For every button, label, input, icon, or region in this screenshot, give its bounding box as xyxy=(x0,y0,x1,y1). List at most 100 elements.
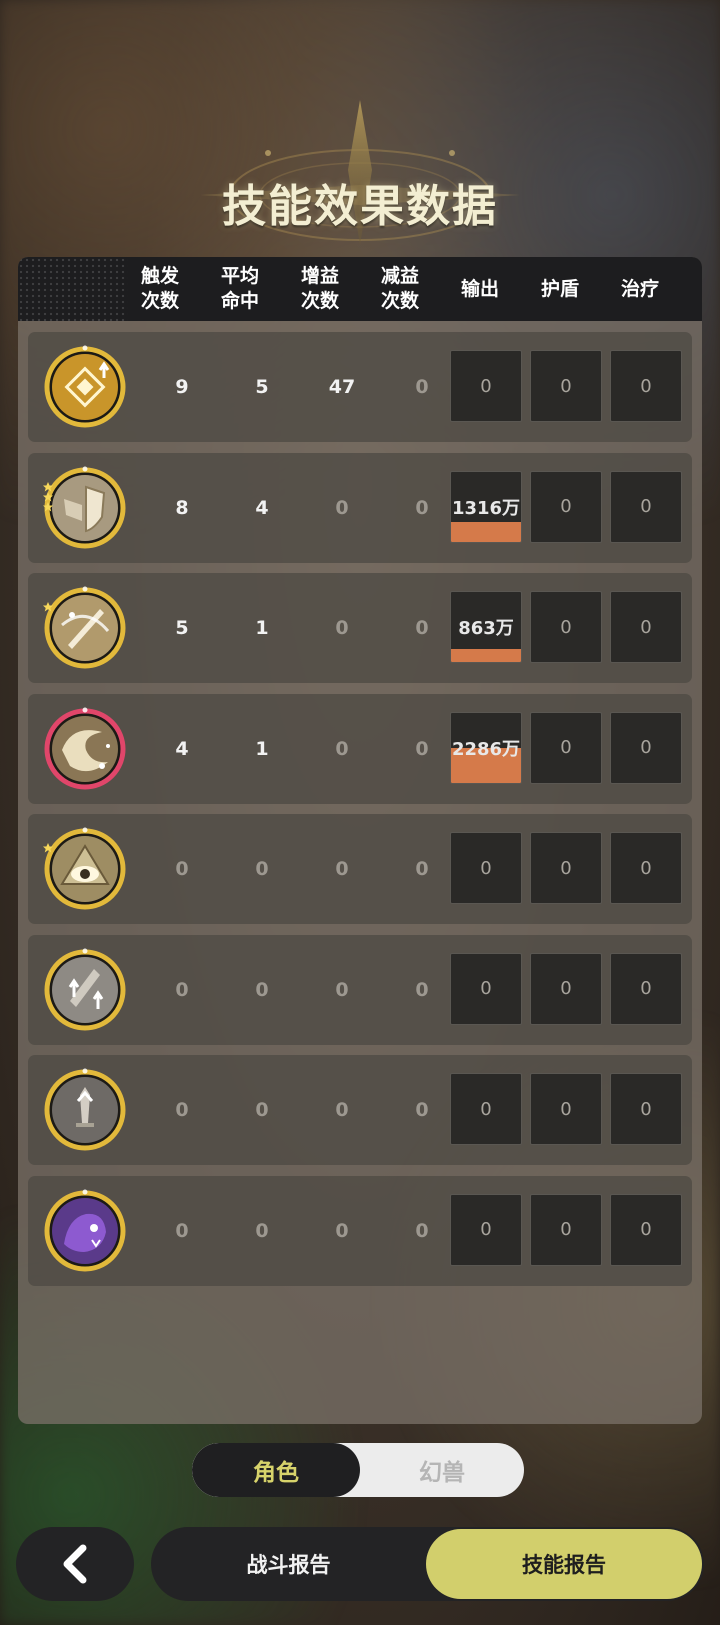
heal-value: 0 xyxy=(640,496,652,517)
heal-cell: 0 xyxy=(610,350,682,422)
output-value: 2286万 xyxy=(451,738,521,760)
average-hits: 0 xyxy=(255,1219,269,1242)
trigger-count: 0 xyxy=(175,858,189,880)
shield-value: 0 xyxy=(560,1219,572,1240)
report-tabs: 战斗报告 技能报告 xyxy=(151,1527,704,1601)
average-hits: 0 xyxy=(255,1099,269,1121)
skill-row: 9 5 47 0 0 0 0 xyxy=(28,332,692,442)
header-buff-count: 增益 次数 xyxy=(300,265,339,312)
shield-cell: 0 xyxy=(530,1073,602,1145)
role-beast-toggle[interactable]: 角色 幻兽 xyxy=(192,1443,524,1497)
heal-cell: 0 xyxy=(610,711,682,784)
average-hits: 0 xyxy=(255,978,269,1001)
skill-row: 0 0 0 0 0 0 0 xyxy=(28,1055,692,1165)
heal-cell: 0 xyxy=(610,591,682,663)
heal-value: 0 xyxy=(640,737,652,758)
buff-count: 0 xyxy=(335,617,349,639)
toggle-role-option[interactable]: 角色 xyxy=(192,1443,360,1497)
trigger-count: 4 xyxy=(175,737,189,760)
shield-value: 0 xyxy=(560,737,572,758)
table-header: 触发 次数 平均 命中 增益 次数 减益 次数 输出 护盾 治疗 xyxy=(18,257,702,321)
page-title: 技能效果数据 xyxy=(222,181,498,232)
output-cell: 0 xyxy=(450,350,522,422)
eye-emblem-icon[interactable] xyxy=(42,826,128,912)
shield-value: 0 xyxy=(560,375,572,397)
skill-data-panel: 触发 次数 平均 命中 增益 次数 减益 次数 输出 护盾 治疗 9 5 47 … xyxy=(18,257,702,1424)
output-value: 0 xyxy=(480,978,492,999)
heal-value: 0 xyxy=(640,1219,652,1240)
swirl-sparkle-icon[interactable] xyxy=(42,706,128,792)
skill-row: 4 1 0 0 2286万 0 0 xyxy=(28,693,692,804)
output-value: 0 xyxy=(480,1219,492,1240)
shield-cell: 0 xyxy=(530,832,602,904)
shield-value: 0 xyxy=(560,1098,572,1120)
trigger-count: 5 xyxy=(175,617,189,639)
buff-count: 0 xyxy=(335,737,349,760)
output-cell: 0 xyxy=(450,832,522,904)
buff-count: 0 xyxy=(335,858,349,880)
heal-cell: 0 xyxy=(610,952,682,1025)
shield-horn-icon[interactable] xyxy=(42,465,128,551)
heal-cell: 0 xyxy=(610,1073,682,1145)
shield-value: 0 xyxy=(560,496,572,517)
heal-value: 0 xyxy=(640,375,652,397)
title-banner: 技能效果数据 xyxy=(0,95,720,260)
heal-cell: 0 xyxy=(610,470,682,543)
average-hits: 5 xyxy=(255,376,269,398)
chevron-left-icon xyxy=(63,1544,87,1584)
shield-cell: 0 xyxy=(530,711,602,784)
back-button[interactable] xyxy=(16,1527,134,1601)
heal-value: 0 xyxy=(640,978,652,999)
buff-count: 47 xyxy=(328,376,356,398)
tab-skill-report[interactable]: 技能报告 xyxy=(426,1529,702,1599)
average-hits: 1 xyxy=(255,617,269,639)
trigger-count: 0 xyxy=(175,1099,189,1121)
dagger-up-icon[interactable] xyxy=(42,1067,128,1153)
output-cell: 1316万 xyxy=(450,470,522,543)
output-cell: 863万 xyxy=(450,591,522,663)
skill-row: 0 0 0 0 0 0 0 xyxy=(28,934,692,1045)
skill-row: 0 0 0 0 0 0 0 xyxy=(28,814,692,924)
sword-slash-icon[interactable] xyxy=(42,585,128,671)
shield-value: 0 xyxy=(560,978,572,999)
header-trigger-count: 触发 次数 xyxy=(140,265,179,312)
buff-count: 0 xyxy=(335,496,349,519)
shield-cell: 0 xyxy=(530,1193,602,1266)
tab-battle-report[interactable]: 战斗报告 xyxy=(151,1527,426,1601)
output-value: 0 xyxy=(480,857,492,879)
output-cell: 0 xyxy=(450,952,522,1025)
header-heal: 治疗 xyxy=(620,277,659,300)
toggle-beast-option[interactable]: 幻兽 xyxy=(360,1443,524,1497)
shield-cell: 0 xyxy=(530,952,602,1025)
shield-cell: 0 xyxy=(530,470,602,543)
buff-count: 0 xyxy=(335,978,349,1001)
average-hits: 1 xyxy=(255,737,269,760)
shield-value: 0 xyxy=(560,857,572,879)
golden-crest-up-icon[interactable] xyxy=(42,344,128,430)
average-hits: 4 xyxy=(255,496,269,519)
output-cell: 0 xyxy=(450,1073,522,1145)
shield-cell: 0 xyxy=(530,591,602,663)
heal-value: 0 xyxy=(640,616,652,638)
trigger-count: 8 xyxy=(175,496,189,519)
heal-cell: 0 xyxy=(610,1193,682,1266)
shield-value: 0 xyxy=(560,616,572,638)
buff-count: 0 xyxy=(335,1219,349,1242)
header-shield: 护盾 xyxy=(540,277,579,300)
output-value: 1316万 xyxy=(451,497,521,519)
purple-beast-icon[interactable] xyxy=(42,1188,128,1274)
output-value: 0 xyxy=(480,1098,492,1120)
heal-cell: 0 xyxy=(610,832,682,904)
output-cell: 0 xyxy=(450,1193,522,1266)
trigger-count: 0 xyxy=(175,1219,189,1242)
header-debuff-count: 减益 次数 xyxy=(380,265,419,312)
heal-value: 0 xyxy=(640,1098,652,1120)
skill-row: 0 0 0 0 0 0 0 xyxy=(28,1175,692,1286)
sword-up-arrows-icon[interactable] xyxy=(42,947,128,1033)
output-value: 863万 xyxy=(458,618,514,639)
header-average-hits: 平均 命中 xyxy=(220,265,259,312)
output-cell: 2286万 xyxy=(450,711,522,784)
header-output: 输出 xyxy=(460,277,499,300)
output-value: 0 xyxy=(480,375,492,397)
shield-cell: 0 xyxy=(530,350,602,422)
